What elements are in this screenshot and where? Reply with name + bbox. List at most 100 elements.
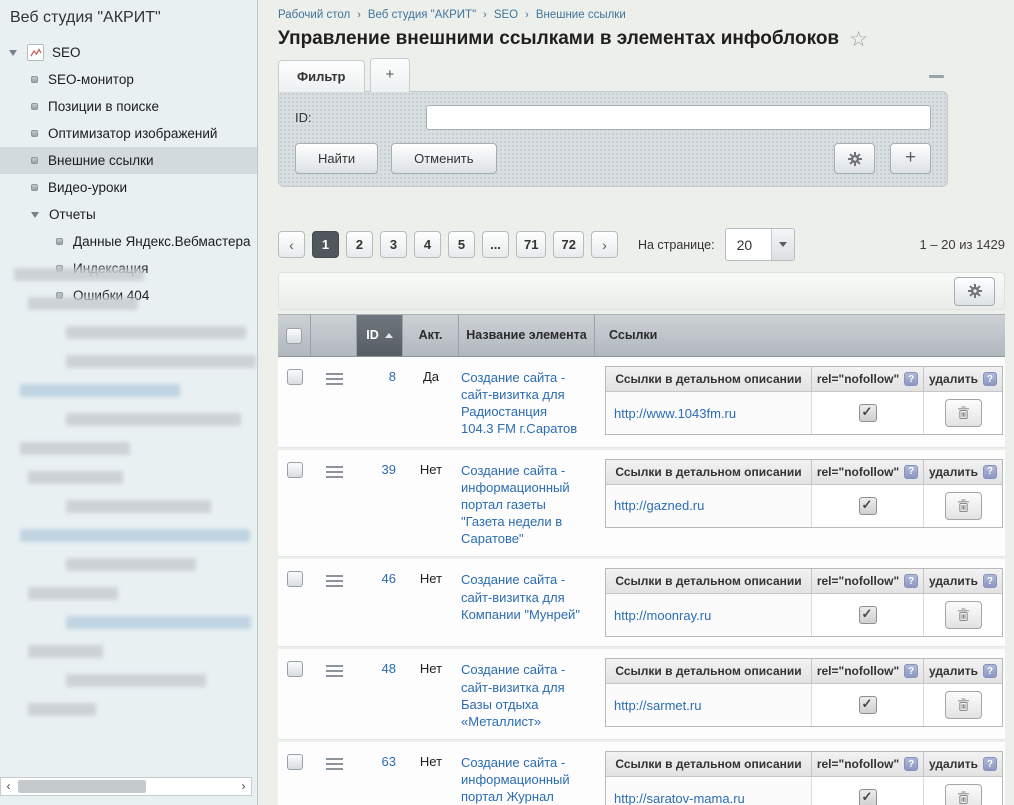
delete-link-button[interactable] <box>945 399 982 427</box>
find-button[interactable]: Найти <box>295 143 378 174</box>
item-marker-icon <box>31 184 38 191</box>
element-name-link[interactable]: Создание сайта - сайт-визитка для Базы о… <box>461 661 583 730</box>
nofollow-checkbox[interactable] <box>859 497 877 515</box>
add-filter-field-button[interactable]: + <box>890 143 931 174</box>
scrollbar-left-arrow-icon[interactable]: ‹ <box>1 778 16 795</box>
row-id-link[interactable]: 8 <box>357 364 403 438</box>
delete-link-button[interactable] <box>945 691 982 719</box>
element-name-link[interactable]: Создание сайта - информационный портал г… <box>461 462 583 548</box>
records-range-text: 1 – 20 из 1429 <box>919 237 1005 252</box>
help-icon[interactable]: ? <box>904 372 918 386</box>
help-icon[interactable]: ? <box>904 465 918 479</box>
nofollow-checkbox[interactable] <box>859 404 877 422</box>
sidebar-horizontal-scrollbar[interactable]: ‹ › <box>0 777 252 796</box>
page-button[interactable]: 4 <box>414 231 441 258</box>
trash-icon <box>957 791 970 805</box>
element-name-link[interactable]: Создание сайта - информационный портал Ж… <box>461 754 583 805</box>
filter-settings-button[interactable] <box>834 143 875 174</box>
delete-link-button[interactable] <box>945 784 982 805</box>
table-row: 8 Да Создание сайта - сайт-визитка для Р… <box>278 357 1005 448</box>
sidebar-item[interactable]: SEO-монитор <box>0 66 257 93</box>
row-actions-menu-button[interactable] <box>311 364 357 438</box>
sidebar-item-label: Внешние ссылки <box>48 153 154 168</box>
id-column-header[interactable]: ID <box>357 314 403 356</box>
per-page-select[interactable]: 20 <box>725 228 795 261</box>
per-page-value: 20 <box>726 229 771 260</box>
sidebar-item[interactable]: Внешние ссылки <box>0 147 257 174</box>
nofollow-checkbox[interactable] <box>859 789 877 805</box>
subtable-nofollow-header: rel="nofollow" ? <box>812 367 924 391</box>
help-icon[interactable]: ? <box>983 465 997 479</box>
sidebar-item[interactable]: Оптимизатор изображений <box>0 120 257 147</box>
row-actions-menu-button[interactable] <box>311 566 357 637</box>
external-url-link[interactable]: http://sarmet.ru <box>614 698 701 713</box>
help-icon[interactable]: ? <box>983 757 997 771</box>
row-id-link[interactable]: 63 <box>357 749 403 805</box>
nofollow-checkbox[interactable] <box>859 606 877 624</box>
scrollbar-thumb[interactable] <box>18 780 146 793</box>
row-checkbox[interactable] <box>287 661 303 677</box>
select-all-checkbox[interactable] <box>286 328 302 344</box>
breadcrumb-link[interactable]: SEO <box>494 9 518 21</box>
row-checkbox[interactable] <box>287 369 303 385</box>
row-checkbox[interactable] <box>287 754 303 770</box>
cancel-button[interactable]: Отменить <box>391 143 496 174</box>
sidebar-item[interactable]: Данные Яндекс.Вебмастера <box>0 228 257 255</box>
select-all-header-cell[interactable] <box>278 314 311 356</box>
item-marker-icon <box>9 50 17 56</box>
active-column-header[interactable]: Акт. <box>403 314 459 356</box>
nofollow-checkbox[interactable] <box>859 696 877 714</box>
row-actions-menu-button[interactable] <box>311 457 357 548</box>
page-button[interactable]: 71 <box>516 231 546 258</box>
name-column-header[interactable]: Название элемента <box>459 314 595 356</box>
next-page-button[interactable]: › <box>591 231 618 258</box>
subtable-links-header: Ссылки в детальном описании <box>606 569 812 593</box>
row-actions-menu-button[interactable] <box>311 656 357 730</box>
sidebar-item[interactable]: SEO <box>0 39 257 66</box>
select-dropdown-arrow[interactable] <box>771 229 794 260</box>
trash-icon <box>957 698 970 712</box>
grid-settings-button[interactable] <box>954 277 995 306</box>
help-icon[interactable]: ? <box>904 757 918 771</box>
help-icon[interactable]: ? <box>904 574 918 588</box>
row-checkbox[interactable] <box>287 462 303 478</box>
page-button[interactable]: 2 <box>346 231 373 258</box>
row-checkbox[interactable] <box>287 571 303 587</box>
delete-link-button[interactable] <box>945 601 982 629</box>
sidebar-item[interactable]: Отчеты <box>0 201 257 228</box>
id-filter-input[interactable] <box>426 105 931 130</box>
add-filter-tab[interactable]: + <box>370 58 411 92</box>
row-actions-menu-button[interactable] <box>311 749 357 805</box>
breadcrumb-link[interactable]: Веб студия "АКРИТ" <box>368 9 476 21</box>
favorite-star-icon[interactable]: ☆ <box>849 29 868 50</box>
sidebar-item[interactable]: Позиции в поиске <box>0 93 257 120</box>
page-button[interactable]: 72 <box>553 231 583 258</box>
help-icon[interactable]: ? <box>983 574 997 588</box>
help-icon[interactable]: ? <box>983 664 997 678</box>
external-url-link[interactable]: http://gazned.ru <box>614 498 704 513</box>
page-button[interactable]: ... <box>482 231 509 258</box>
element-name-link[interactable]: Создание сайта - сайт-визитка для Компан… <box>461 571 583 622</box>
page-button[interactable]: 3 <box>380 231 407 258</box>
external-url-link[interactable]: http://moonray.ru <box>614 608 711 623</box>
external-url-link[interactable]: http://www.1043fm.ru <box>614 406 736 421</box>
row-id-link[interactable]: 48 <box>357 656 403 730</box>
collapse-filter-icon[interactable] <box>929 75 944 78</box>
element-name-link[interactable]: Создание сайта - сайт-визитка для Радиос… <box>461 369 583 438</box>
prev-page-button[interactable]: ‹ <box>278 231 305 258</box>
page-button[interactable]: 1 <box>312 231 339 258</box>
help-icon[interactable]: ? <box>904 664 918 678</box>
table-header: ID Акт. Название элемента Ссылки <box>278 314 1005 357</box>
page-button[interactable]: 5 <box>448 231 475 258</box>
row-id-link[interactable]: 39 <box>357 457 403 548</box>
external-url-link[interactable]: http://saratov-mama.ru <box>614 791 745 805</box>
breadcrumb-link[interactable]: Рабочий стол <box>278 9 350 21</box>
scrollbar-right-arrow-icon[interactable]: › <box>236 778 251 795</box>
row-id-link[interactable]: 46 <box>357 566 403 637</box>
filter-tab[interactable]: Фильтр <box>278 60 365 92</box>
sidebar-item[interactable]: Видео-уроки <box>0 174 257 201</box>
delete-link-button[interactable] <box>945 492 982 520</box>
help-icon[interactable]: ? <box>983 372 997 386</box>
breadcrumb-link[interactable]: Внешние ссылки <box>536 9 626 21</box>
links-column-header[interactable]: Ссылки <box>595 314 1005 356</box>
